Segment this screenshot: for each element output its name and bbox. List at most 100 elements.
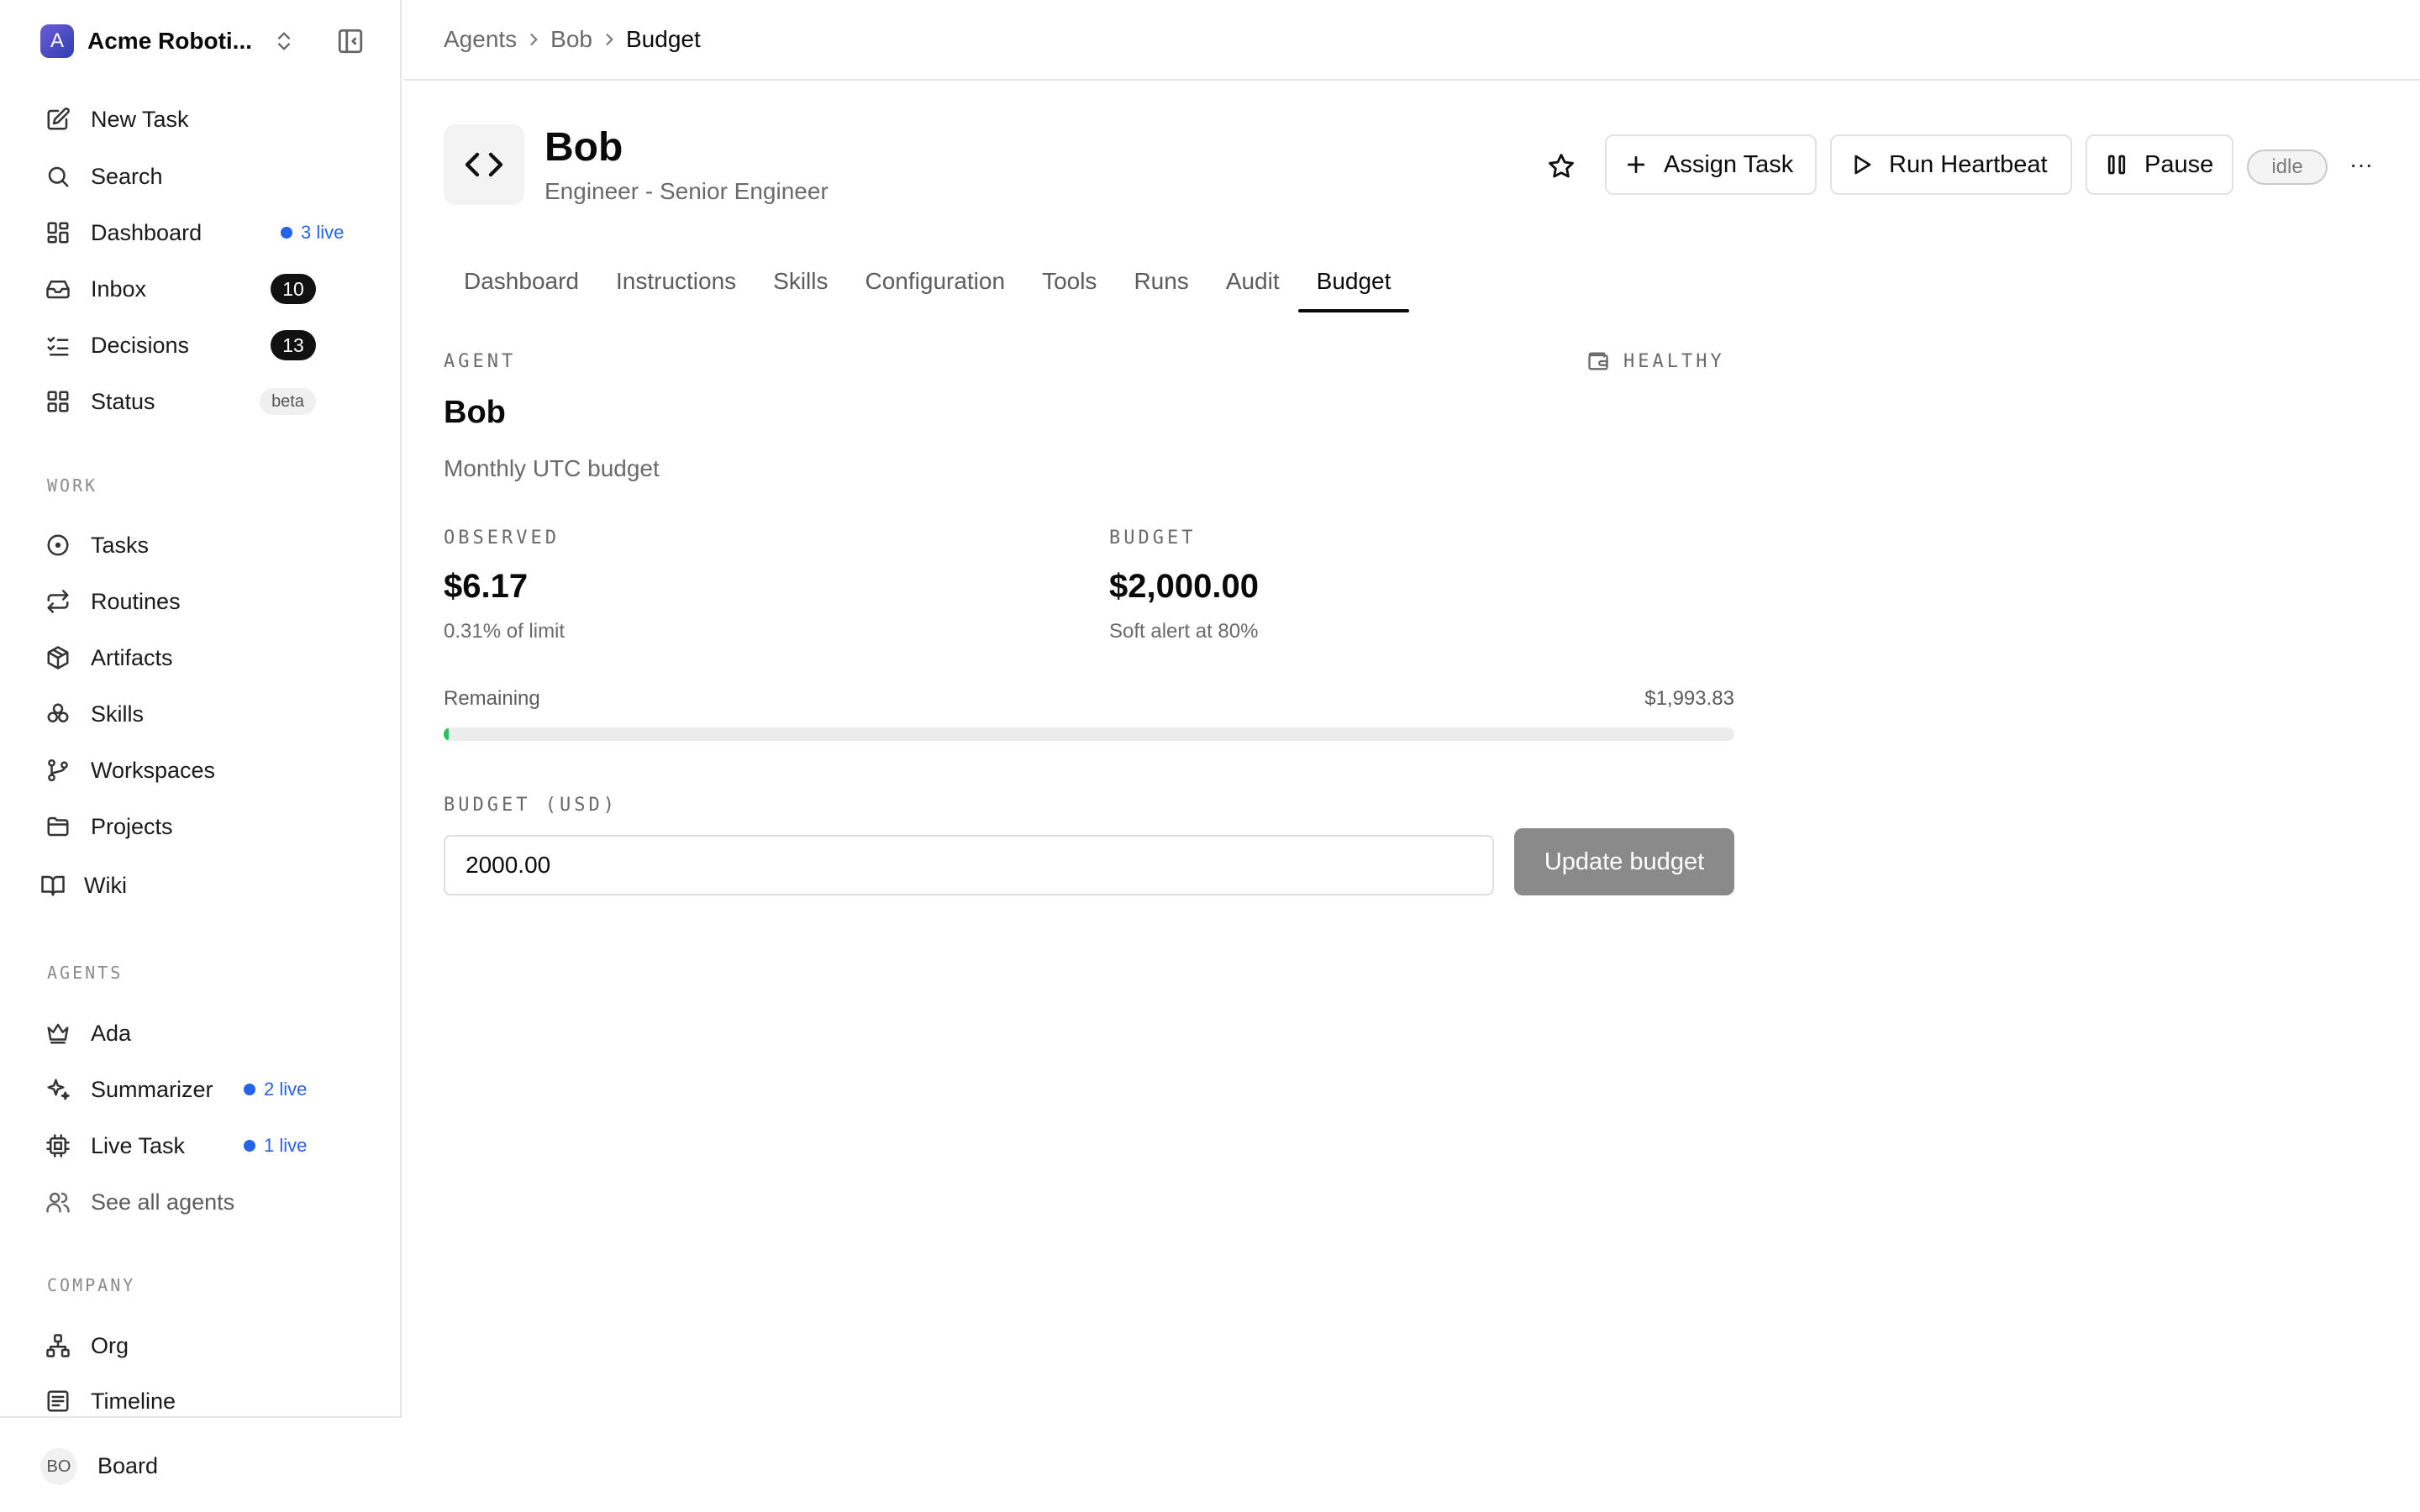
sidebar-item-wiki[interactable]: Wiki [39,867,358,904]
sidebar-item-dashboard[interactable]: Dashboard 3 live [44,214,363,251]
sidebar-item-inbox[interactable]: Inbox 10 [44,270,363,307]
favorite-button[interactable] [1543,148,1580,185]
breadcrumb-current: Budget [626,26,701,52]
remaining-value: $1,993.83 [1644,687,1734,710]
sidebar-item-label: See all agents [91,1189,235,1215]
tab-audit[interactable]: Audit [1207,252,1298,311]
more-options-icon[interactable]: ··· [2344,148,2378,181]
company-logo: A [40,24,74,58]
tab-runs[interactable]: Runs [1115,252,1207,311]
sidebar-item-label: Workspaces [91,757,216,783]
sidebar-item-live-task[interactable]: Live Task 1 live [44,1127,363,1164]
observed-value: $6.17 [444,568,529,605]
health-status: HEALTHY [1586,349,1725,373]
sidebar-item-label: Skills [91,701,145,727]
run-heartbeat-button[interactable]: Run Heartbeat [1830,134,2072,195]
sidebar-item-search[interactable]: Search [44,158,363,195]
chevron-right-icon [517,31,550,48]
budget-input[interactable] [444,835,1494,895]
breadcrumb-agent[interactable]: Bob [550,26,592,53]
sidebar-item-decisions[interactable]: Decisions 13 [44,327,363,364]
tab-configuration[interactable]: Configuration [847,252,1024,311]
agent-role: Engineer - Senior Engineer [544,178,829,204]
budget-progress-bar [444,727,1734,741]
agent-tabs: Dashboard Instructions Skills Configurat… [445,252,1410,312]
tab-dashboard[interactable]: Dashboard [445,252,597,311]
sidebar-item-label: Inbox [91,276,147,302]
sidebar-item-label: Decisions [91,332,190,358]
run-heartbeat-label: Run Heartbeat [1889,150,2048,178]
company-switcher[interactable]: A Acme Roboti... [40,22,368,60]
star-icon [1549,154,1574,178]
sidebar-item-label: Artifacts [91,644,173,670]
users-icon [44,1188,72,1216]
sidebar-item-timeline[interactable]: Timeline [44,1383,363,1420]
live-dot [281,227,292,239]
sidebar-item-projects[interactable]: Projects [44,808,363,845]
inbox-count-badge: 10 [271,274,316,304]
sidebar-item-label: Ada [91,1020,132,1046]
live-dot [244,1084,255,1095]
live-count: 3 live [301,222,345,243]
sidebar-item-routines[interactable]: Routines [44,583,363,620]
live-indicator: 3 live [281,222,344,244]
budget-progress-fill [444,727,449,741]
section-label-company: COMPANY [47,1275,136,1295]
sidebar: A Acme Roboti... New Task Search Dashboa… [0,0,402,1512]
assign-task-button[interactable]: Assign Task [1605,134,1817,195]
live-count: 1 live [264,1135,308,1156]
cpu-icon [44,1131,72,1160]
budget-label: BUDGET [1109,528,1197,549]
sidebar-item-summarizer[interactable]: Summarizer 2 live [44,1071,363,1108]
decisions-count-badge: 13 [271,330,316,360]
sidebar-item-see-all-agents[interactable]: See all agents [44,1184,363,1221]
plus-icon [1627,155,1645,174]
budget-input-label: BUDGET (USD) [444,795,618,816]
sidebar-item-skills[interactable]: Skills [44,696,363,732]
sidebar-item-artifacts[interactable]: Artifacts [44,639,363,676]
update-budget-button[interactable]: Update budget [1514,828,1734,895]
sidebar-footer[interactable]: BO Board [0,1416,402,1512]
assign-task-label: Assign Task [1664,150,1794,178]
live-dot [244,1140,255,1152]
sidebar-item-status[interactable]: Status beta [44,383,363,420]
sidebar-item-label: Wiki [84,872,127,898]
tab-skills[interactable]: Skills [755,252,846,311]
agent-name: Bob [544,125,623,170]
pause-button[interactable]: Pause [2086,134,2233,195]
soft-alert-note: Soft alert at 80% [1109,620,1259,643]
tab-tools[interactable]: Tools [1023,252,1115,311]
sidebar-item-ada[interactable]: Ada [44,1015,363,1052]
inbox-icon [44,275,72,303]
breadcrumb: Agents Bob Budget [403,0,2420,81]
package-icon [44,643,72,672]
git-branch-icon [44,756,72,785]
chevron-right-icon [592,31,626,48]
remaining-label: Remaining [444,687,540,710]
sidebar-item-label: Search [91,163,163,189]
sidebar-item-label: New Task [91,106,189,132]
tab-instructions[interactable]: Instructions [597,252,755,311]
grid-icon [44,387,72,416]
sidebar-collapse-icon[interactable] [336,27,365,55]
sidebar-item-workspaces[interactable]: Workspaces [44,752,363,789]
company-name: Acme Roboti... [87,28,253,54]
sidebar-item-label: Dashboard [91,219,203,245]
sidebar-item-org[interactable]: Org [44,1327,363,1364]
folder-icon [44,812,72,841]
tab-budget[interactable]: Budget [1297,252,1410,312]
repeat-icon [44,587,72,616]
dashboard-icon [44,218,72,247]
sidebar-item-new-task[interactable]: New Task [44,101,363,138]
avatar: BO [40,1448,77,1485]
pause-label: Pause [2144,150,2214,178]
breadcrumb-agents[interactable]: Agents [444,26,517,53]
board-label: Board [97,1453,159,1478]
boxes-icon [44,700,72,728]
live-count: 2 live [264,1079,308,1100]
sidebar-item-tasks[interactable]: Tasks [44,527,363,564]
sidebar-item-label: Timeline [91,1388,176,1414]
section-label-agents: AGENTS [47,963,124,983]
sidebar-item-label: Routines [91,588,181,614]
play-icon [1854,155,1871,175]
